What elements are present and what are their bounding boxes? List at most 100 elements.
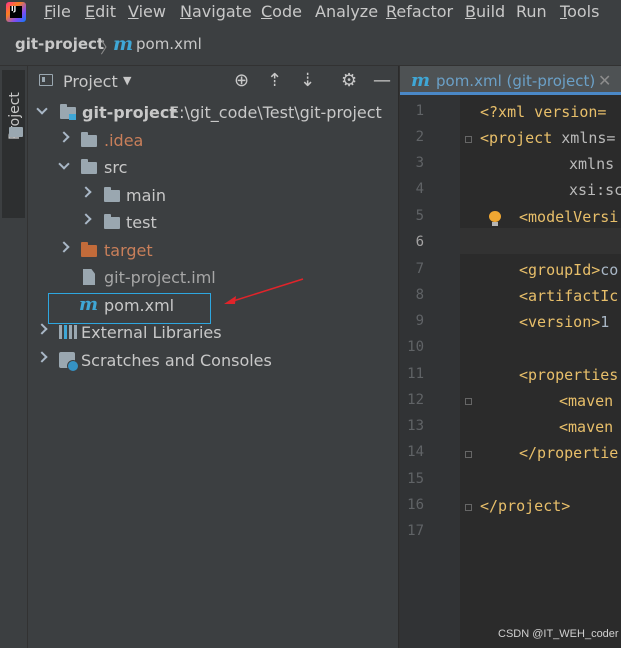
line-number: 13 xyxy=(407,418,424,434)
code-line-4: xsi:sc xyxy=(569,181,621,199)
code-line-7: <groupId>co xyxy=(519,261,619,279)
tree-item-root[interactable]: git-project E:\git_code\Test\git-project xyxy=(28,100,398,126)
line-number: 3 xyxy=(415,155,424,171)
folder-icon xyxy=(9,127,23,137)
gear-icon[interactable]: ⚙ xyxy=(341,70,357,91)
tree-item-scratches[interactable]: Scratches and Consoles xyxy=(28,348,398,374)
line-number: 16 xyxy=(407,497,424,513)
tree-label-root-path: E:\git_code\Test\git-project xyxy=(169,103,382,122)
tree-item-main[interactable]: main xyxy=(28,183,398,209)
tree-item-test[interactable]: test xyxy=(28,210,398,236)
project-panel: Project ▼ ⊕ ⇡ ⇣ ⚙ — git-project E:\git_c… xyxy=(28,66,398,648)
line-number-gutter: 1 2 3 4 5 6 7 8 9 10 11 12 13 14 15 16 1… xyxy=(400,95,472,648)
menu-view[interactable]: View xyxy=(128,2,166,21)
chevron-down-icon[interactable] xyxy=(36,103,48,115)
hide-panel-icon[interactable]: — xyxy=(373,70,391,91)
annotation-arrow-icon xyxy=(224,278,304,304)
line-number: 2 xyxy=(415,129,424,145)
tree-item-src[interactable]: src xyxy=(28,155,398,181)
menu-file[interactable]: File xyxy=(44,2,71,21)
code-line-5: <modelVersi xyxy=(519,208,619,226)
line-number: 1 xyxy=(415,103,424,119)
excluded-folder-icon xyxy=(81,242,97,257)
chevron-down-icon[interactable] xyxy=(58,158,70,170)
menu-build[interactable]: Build xyxy=(465,2,505,21)
editor-area[interactable]: m pom.xml (git-project) ✕ 1 2 3 4 5 6 7 … xyxy=(399,66,621,648)
breadcrumb-project[interactable]: git-project xyxy=(15,35,104,53)
code-line-14: </propertie xyxy=(519,444,619,462)
menu-tools[interactable]: Tools xyxy=(560,2,599,21)
menu-bar: IJ File Edit View Navigate Code Analyze … xyxy=(0,0,621,25)
close-icon[interactable]: ✕ xyxy=(598,71,611,90)
menu-refactor[interactable]: Refactor xyxy=(386,2,453,21)
fold-marker-icon[interactable] xyxy=(465,398,472,405)
library-icon xyxy=(59,325,77,339)
line-number: 7 xyxy=(415,261,424,277)
project-tool-button[interactable]: Project xyxy=(2,70,25,218)
expand-all-icon[interactable]: ⇡ xyxy=(267,70,282,91)
fold-marker-icon[interactable] xyxy=(465,451,472,458)
tree-label-scratches: Scratches and Consoles xyxy=(81,351,272,370)
tree-label-external: External Libraries xyxy=(81,323,222,342)
code-line-1: <?xml version= xyxy=(480,103,607,121)
folder-icon xyxy=(104,187,120,202)
menu-code[interactable]: Code xyxy=(261,2,302,21)
folder-icon xyxy=(81,159,97,174)
chevron-right-icon[interactable] xyxy=(80,186,92,198)
tree-item-idea[interactable]: .idea xyxy=(28,128,398,154)
tree-item-target[interactable]: target xyxy=(28,238,398,264)
tab-pom-xml[interactable]: m pom.xml (git-project) ✕ xyxy=(400,66,621,95)
line-number: 14 xyxy=(407,444,424,460)
collapse-all-icon[interactable]: ⇣ xyxy=(300,70,315,91)
chevron-right-icon[interactable] xyxy=(58,131,70,143)
code-line-9: <version>1 xyxy=(519,313,610,331)
tree-label-test: test xyxy=(126,213,157,232)
code-line-12: <maven xyxy=(559,392,614,410)
module-file-icon xyxy=(83,269,95,285)
menu-analyze[interactable]: Analyze xyxy=(315,2,378,21)
line-number: 5 xyxy=(415,208,424,224)
line-number: 10 xyxy=(407,339,424,355)
code-line-11: <properties xyxy=(519,366,619,384)
menu-run[interactable]: Run xyxy=(516,2,547,21)
line-number: 15 xyxy=(407,471,424,487)
current-line-highlight xyxy=(460,228,621,254)
project-view-selector[interactable]: Project xyxy=(63,72,118,91)
chevron-right-icon[interactable] xyxy=(36,323,48,335)
tree-label-main: main xyxy=(126,186,166,205)
fold-marker-icon[interactable] xyxy=(465,136,472,143)
tree-item-iml[interactable]: git-project.iml xyxy=(28,265,398,291)
intellij-logo-icon[interactable]: IJ xyxy=(6,2,26,22)
locate-icon[interactable]: ⊕ xyxy=(234,70,249,91)
fold-marker-icon[interactable] xyxy=(465,504,472,511)
maven-icon: m xyxy=(113,33,134,55)
module-folder-icon xyxy=(60,104,76,120)
chevron-right-icon[interactable] xyxy=(36,351,48,363)
chevron-right-icon[interactable] xyxy=(80,213,92,225)
scratches-icon xyxy=(59,352,79,372)
menu-edit[interactable]: Edit xyxy=(85,2,116,21)
navigation-bar: git-project 〉 m pom.xml xyxy=(0,25,621,66)
code-line-3: xmlns xyxy=(569,155,615,173)
code-line-2: <project xmlns= xyxy=(480,129,616,147)
tab-label: pom.xml (git-project) xyxy=(436,72,596,90)
menu-navigate[interactable]: Navigate xyxy=(180,2,252,21)
code-line-16: </project> xyxy=(480,497,571,515)
project-view-icon xyxy=(39,74,53,86)
line-number: 4 xyxy=(415,181,424,197)
line-number: 12 xyxy=(407,392,424,408)
lightbulb-icon[interactable] xyxy=(488,211,502,226)
line-number: 17 xyxy=(407,523,424,539)
code-line-13: <maven xyxy=(559,418,614,436)
tool-window-stripe: Project xyxy=(0,66,28,648)
line-number-current: 6 xyxy=(415,234,424,250)
tree-label-target: target xyxy=(104,241,153,260)
folder-icon xyxy=(104,214,120,229)
tree-label-idea: .idea xyxy=(104,131,144,150)
chevron-down-icon[interactable]: ▼ xyxy=(123,74,131,87)
breadcrumb-file[interactable]: pom.xml xyxy=(136,35,202,53)
maven-icon: m xyxy=(411,70,431,91)
chevron-right-icon[interactable] xyxy=(58,241,70,253)
project-panel-header: Project ▼ ⊕ ⇡ ⇣ ⚙ — xyxy=(28,66,398,96)
watermark: CSDN @IT_WEH_coder xyxy=(498,628,619,640)
